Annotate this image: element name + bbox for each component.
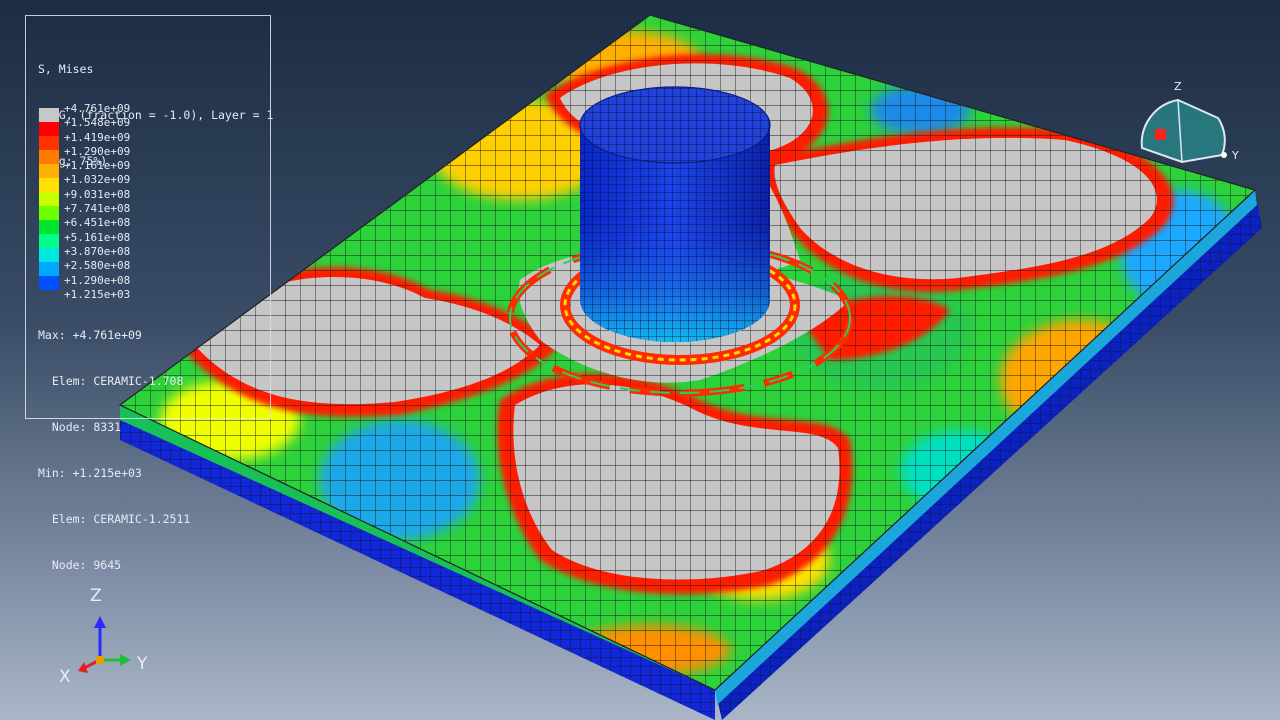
legend-value: +4.761e+09 xyxy=(64,102,131,115)
legend-variable: S, Mises xyxy=(38,62,94,76)
view-cube-z-label: Z xyxy=(1174,80,1182,93)
legend-value: +9.031e+08 xyxy=(64,187,131,201)
triad-z-label: Z xyxy=(90,586,102,606)
legend-min-node: Node: 9645 xyxy=(38,558,122,572)
legend-min: Min: +1.215e+03 xyxy=(38,466,142,480)
legend-value: +1.161e+09 xyxy=(64,159,131,173)
legend-value: +3.870e+08 xyxy=(64,244,131,258)
view-cube[interactable] xyxy=(1140,98,1227,164)
legend-swatch xyxy=(39,136,59,150)
legend-swatch xyxy=(39,262,59,276)
axis-triad xyxy=(78,616,131,673)
legend-value: +7.741e+08 xyxy=(64,202,131,216)
contour-legend: S, Mises SNEG, (fraction = -1.0), Layer … xyxy=(25,15,273,572)
legend-values: +4.761e+09 +1.548e+09 +1.419e+09 +1.290e+09… xyxy=(64,101,130,301)
legend-swatch xyxy=(39,178,59,192)
legend-value: +1.290e+09 xyxy=(64,144,131,158)
legend-swatch xyxy=(39,150,59,164)
legend-value: +6.451e+08 xyxy=(64,216,131,230)
legend-swatch xyxy=(39,108,59,122)
legend-swatch xyxy=(39,164,59,178)
triad-x-label: X xyxy=(59,667,71,687)
legend-swatch xyxy=(39,206,59,220)
projectile-cylinder xyxy=(579,86,771,342)
legend-swatch xyxy=(39,192,59,206)
legend-swatch xyxy=(39,220,59,234)
legend-swatch xyxy=(39,248,59,262)
legend-max: Max: +4.761e+09 xyxy=(38,328,142,342)
legend-color-bar xyxy=(39,108,59,290)
legend-swatch xyxy=(39,122,59,136)
legend-value: +5.161e+08 xyxy=(64,230,131,244)
legend-max-node: Node: 8331 xyxy=(38,420,122,434)
legend-min-elem: Elem: CERAMIC-1.2511 xyxy=(38,512,191,526)
legend-swatch xyxy=(39,234,59,248)
legend-value: +2.580e+08 xyxy=(64,259,131,273)
view-cube-y-label: Y xyxy=(1232,149,1239,162)
legend-value: +1.290e+08 xyxy=(64,273,131,287)
triad-y-label: Y xyxy=(137,654,148,674)
legend-swatch xyxy=(39,276,59,290)
legend-max-elem: Elem: CERAMIC-1.708 xyxy=(38,374,184,388)
legend-value: +1.548e+09 xyxy=(64,116,131,130)
legend-value: +1.419e+09 xyxy=(64,130,131,144)
legend-value: +1.032e+09 xyxy=(64,173,131,187)
